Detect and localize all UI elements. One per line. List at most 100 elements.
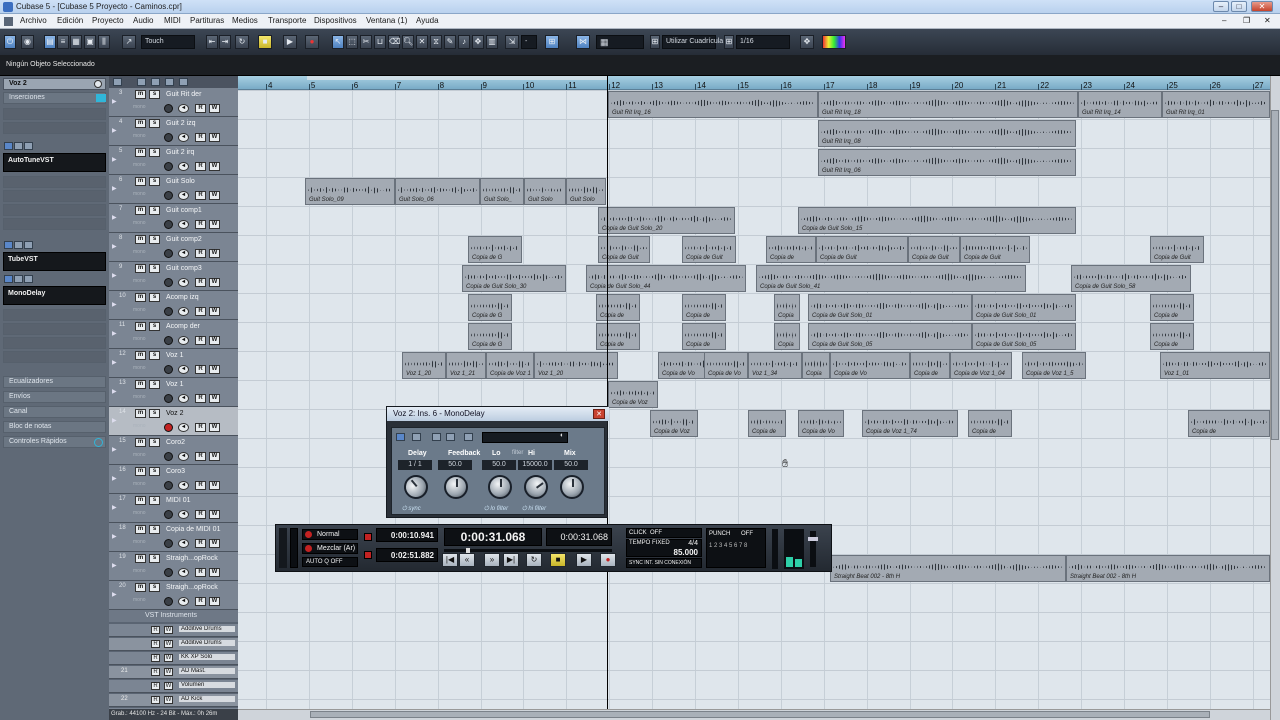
write-automation-button[interactable]: W — [209, 336, 220, 345]
power-icon[interactable] — [24, 142, 33, 150]
monitor-button[interactable]: ◂ — [178, 220, 189, 229]
audio-event[interactable]: Copia de G — [468, 236, 522, 263]
edit-icon[interactable] — [14, 275, 23, 283]
audio-event[interactable]: Copia de Voz 1 — [486, 352, 534, 379]
audio-event[interactable]: Copia de — [596, 323, 640, 350]
solo-button[interactable]: s — [149, 90, 160, 99]
insert-slot-4[interactable] — [3, 176, 106, 188]
track-name[interactable]: Voz 1 — [166, 381, 184, 388]
vst-track-name[interactable]: AD Kick — [179, 696, 235, 702]
vst-track-row[interactable]: R W Additive Drums — [109, 624, 238, 637]
write-automation-button[interactable]: W — [209, 104, 220, 113]
master-volume-handle[interactable] — [808, 537, 818, 541]
track-name[interactable]: Acomp der — [166, 323, 200, 330]
lo-filter-switch[interactable]: ⏻ lo filter — [484, 506, 508, 513]
param-value[interactable]: 50.0 — [554, 460, 588, 470]
audio-event[interactable]: Guit Solo_09 — [305, 178, 395, 205]
menu-partituras[interactable]: Partituras — [190, 16, 224, 25]
record-enable-button[interactable] — [164, 423, 173, 432]
track-row[interactable]: 12 ▶ m s Voz 1 mono ◂ R W — [109, 349, 238, 378]
solo-button[interactable]: s — [149, 264, 160, 273]
draw-tool-icon[interactable]: ✎ — [444, 35, 456, 49]
mute-button[interactable]: m — [135, 467, 146, 476]
read-automation-button[interactable]: R — [195, 510, 206, 519]
record-enable-button[interactable] — [164, 365, 173, 374]
mute-button[interactable]: m — [135, 380, 146, 389]
mute-button[interactable]: m — [135, 496, 146, 505]
object-selection-tool-icon[interactable]: ↖ — [332, 35, 344, 49]
click-display[interactable]: CLICK OFF — [626, 528, 702, 538]
audio-event[interactable]: Copia de Guit Solo_05 — [972, 323, 1076, 350]
stop-icon[interactable]: ■ — [258, 35, 272, 49]
track-row[interactable]: 6 ▶ m s Guit Solo mono ◂ R W — [109, 175, 238, 204]
quick-controls-icon[interactable] — [94, 438, 103, 447]
insert-slot-10[interactable] — [3, 309, 106, 321]
track-name[interactable]: Guit Solo — [166, 178, 195, 185]
record-enable-button[interactable] — [164, 249, 173, 258]
param-knob[interactable] — [560, 475, 584, 499]
expand-icon[interactable]: ▶ — [112, 156, 117, 163]
secondary-time-display[interactable]: 0:00:31.068 — [546, 528, 612, 546]
show-overview-icon[interactable]: ▦ — [70, 35, 82, 49]
audio-event[interactable]: Copia de — [1150, 323, 1194, 350]
read-automation-button[interactable]: R — [151, 654, 160, 662]
auto-scroll-icon[interactable]: ⇲ — [505, 35, 519, 49]
track-row[interactable]: 20 ▶ m s Straigh...opRock mono ◂ R W — [109, 581, 238, 610]
insert-slot-autotune[interactable]: AutoTuneVST — [3, 153, 106, 172]
param-knob[interactable] — [488, 475, 512, 499]
timewarp-tool-icon[interactable]: ⧖ — [430, 35, 442, 49]
expand-icon[interactable]: ▶ — [112, 127, 117, 134]
audio-event[interactable]: Copia de Guit Solo_58 — [1071, 265, 1191, 292]
audio-event[interactable]: Guit Rit Irq_06 — [818, 149, 1076, 176]
mute-button[interactable]: m — [135, 293, 146, 302]
write-automation-button[interactable]: W — [209, 597, 220, 606]
open-mixer-icon[interactable]: ⫼ — [98, 35, 110, 49]
audio-event[interactable]: Copia de — [910, 352, 950, 379]
expand-icon[interactable]: ▶ — [112, 359, 117, 366]
menu-dispositivos[interactable]: Dispositivos — [314, 16, 357, 25]
track-row[interactable]: 19 ▶ m s Straigh...opRock mono ◂ R W — [109, 552, 238, 581]
audio-event[interactable]: Copia de Vo — [830, 352, 910, 379]
track-row[interactable]: 13 ▶ m s Voz 1 mono ◂ R W — [109, 378, 238, 407]
vst-track-row[interactable]: RW Volumen — [109, 680, 238, 693]
audio-event[interactable]: Straight Beat 002 - 8th H — [1066, 555, 1270, 582]
record-enable-button[interactable] — [164, 568, 173, 577]
audio-event[interactable]: Copia de — [682, 323, 726, 350]
audio-event[interactable]: Copia de Guit Solo_15 — [798, 207, 1076, 234]
tempo-display[interactable]: TEMPO FIXED 4/4 85.000 — [626, 539, 702, 557]
write-automation-button[interactable]: W — [209, 481, 220, 490]
audio-event[interactable]: Copia de Guit — [598, 236, 650, 263]
audio-event[interactable]: Guit Solo — [524, 178, 566, 205]
bypass-icon[interactable] — [4, 241, 13, 249]
write-automation-button[interactable]: W — [209, 249, 220, 258]
read-automation-button[interactable]: R — [195, 481, 206, 490]
right-locator[interactable]: 0:02:51.882 — [376, 548, 438, 562]
track-row[interactable]: 14 ▶ m s Voz 2 mono ◂ R W — [109, 407, 238, 436]
audio-event[interactable]: Guit Rit Irq_18 — [818, 91, 1078, 118]
expand-icon[interactable]: ▶ — [112, 417, 117, 424]
audio-event[interactable]: Voz 1_20 — [402, 352, 446, 379]
write-automation-button[interactable]: W — [164, 640, 173, 648]
cycle-icon[interactable]: ↻ — [235, 35, 249, 49]
vst-track-name[interactable]: AD Mast. — [179, 668, 235, 674]
audio-event[interactable]: Copia de — [748, 410, 786, 437]
read-automation-button[interactable]: R — [195, 336, 206, 345]
track-name[interactable]: Coro2 — [166, 439, 185, 446]
plugin-read-icon[interactable] — [432, 433, 441, 441]
param-knob[interactable] — [444, 475, 468, 499]
audio-event[interactable]: Guit Rit Irq_08 — [818, 120, 1076, 147]
track-settings-icon[interactable] — [94, 80, 102, 88]
monitor-button[interactable]: ◂ — [178, 249, 189, 258]
audio-event[interactable]: Copia de — [596, 294, 640, 321]
monitor-button[interactable]: ◂ — [178, 394, 189, 403]
expand-icon[interactable]: ▶ — [112, 475, 117, 482]
mdi-close-icon[interactable]: ✕ — [1264, 16, 1271, 25]
global-read-icon[interactable] — [165, 78, 174, 86]
audio-event[interactable]: Copia de — [766, 236, 816, 263]
quick-controls-section[interactable]: Controles Rápidos — [3, 436, 106, 448]
activate-project-icon[interactable]: ⏻ — [4, 35, 16, 49]
solo-button[interactable]: s — [149, 322, 160, 331]
erase-tool-icon[interactable]: ⌫ — [388, 35, 400, 49]
snap-on-icon[interactable]: ⊞ — [545, 35, 559, 49]
track-name[interactable]: MIDI 01 — [166, 497, 191, 504]
